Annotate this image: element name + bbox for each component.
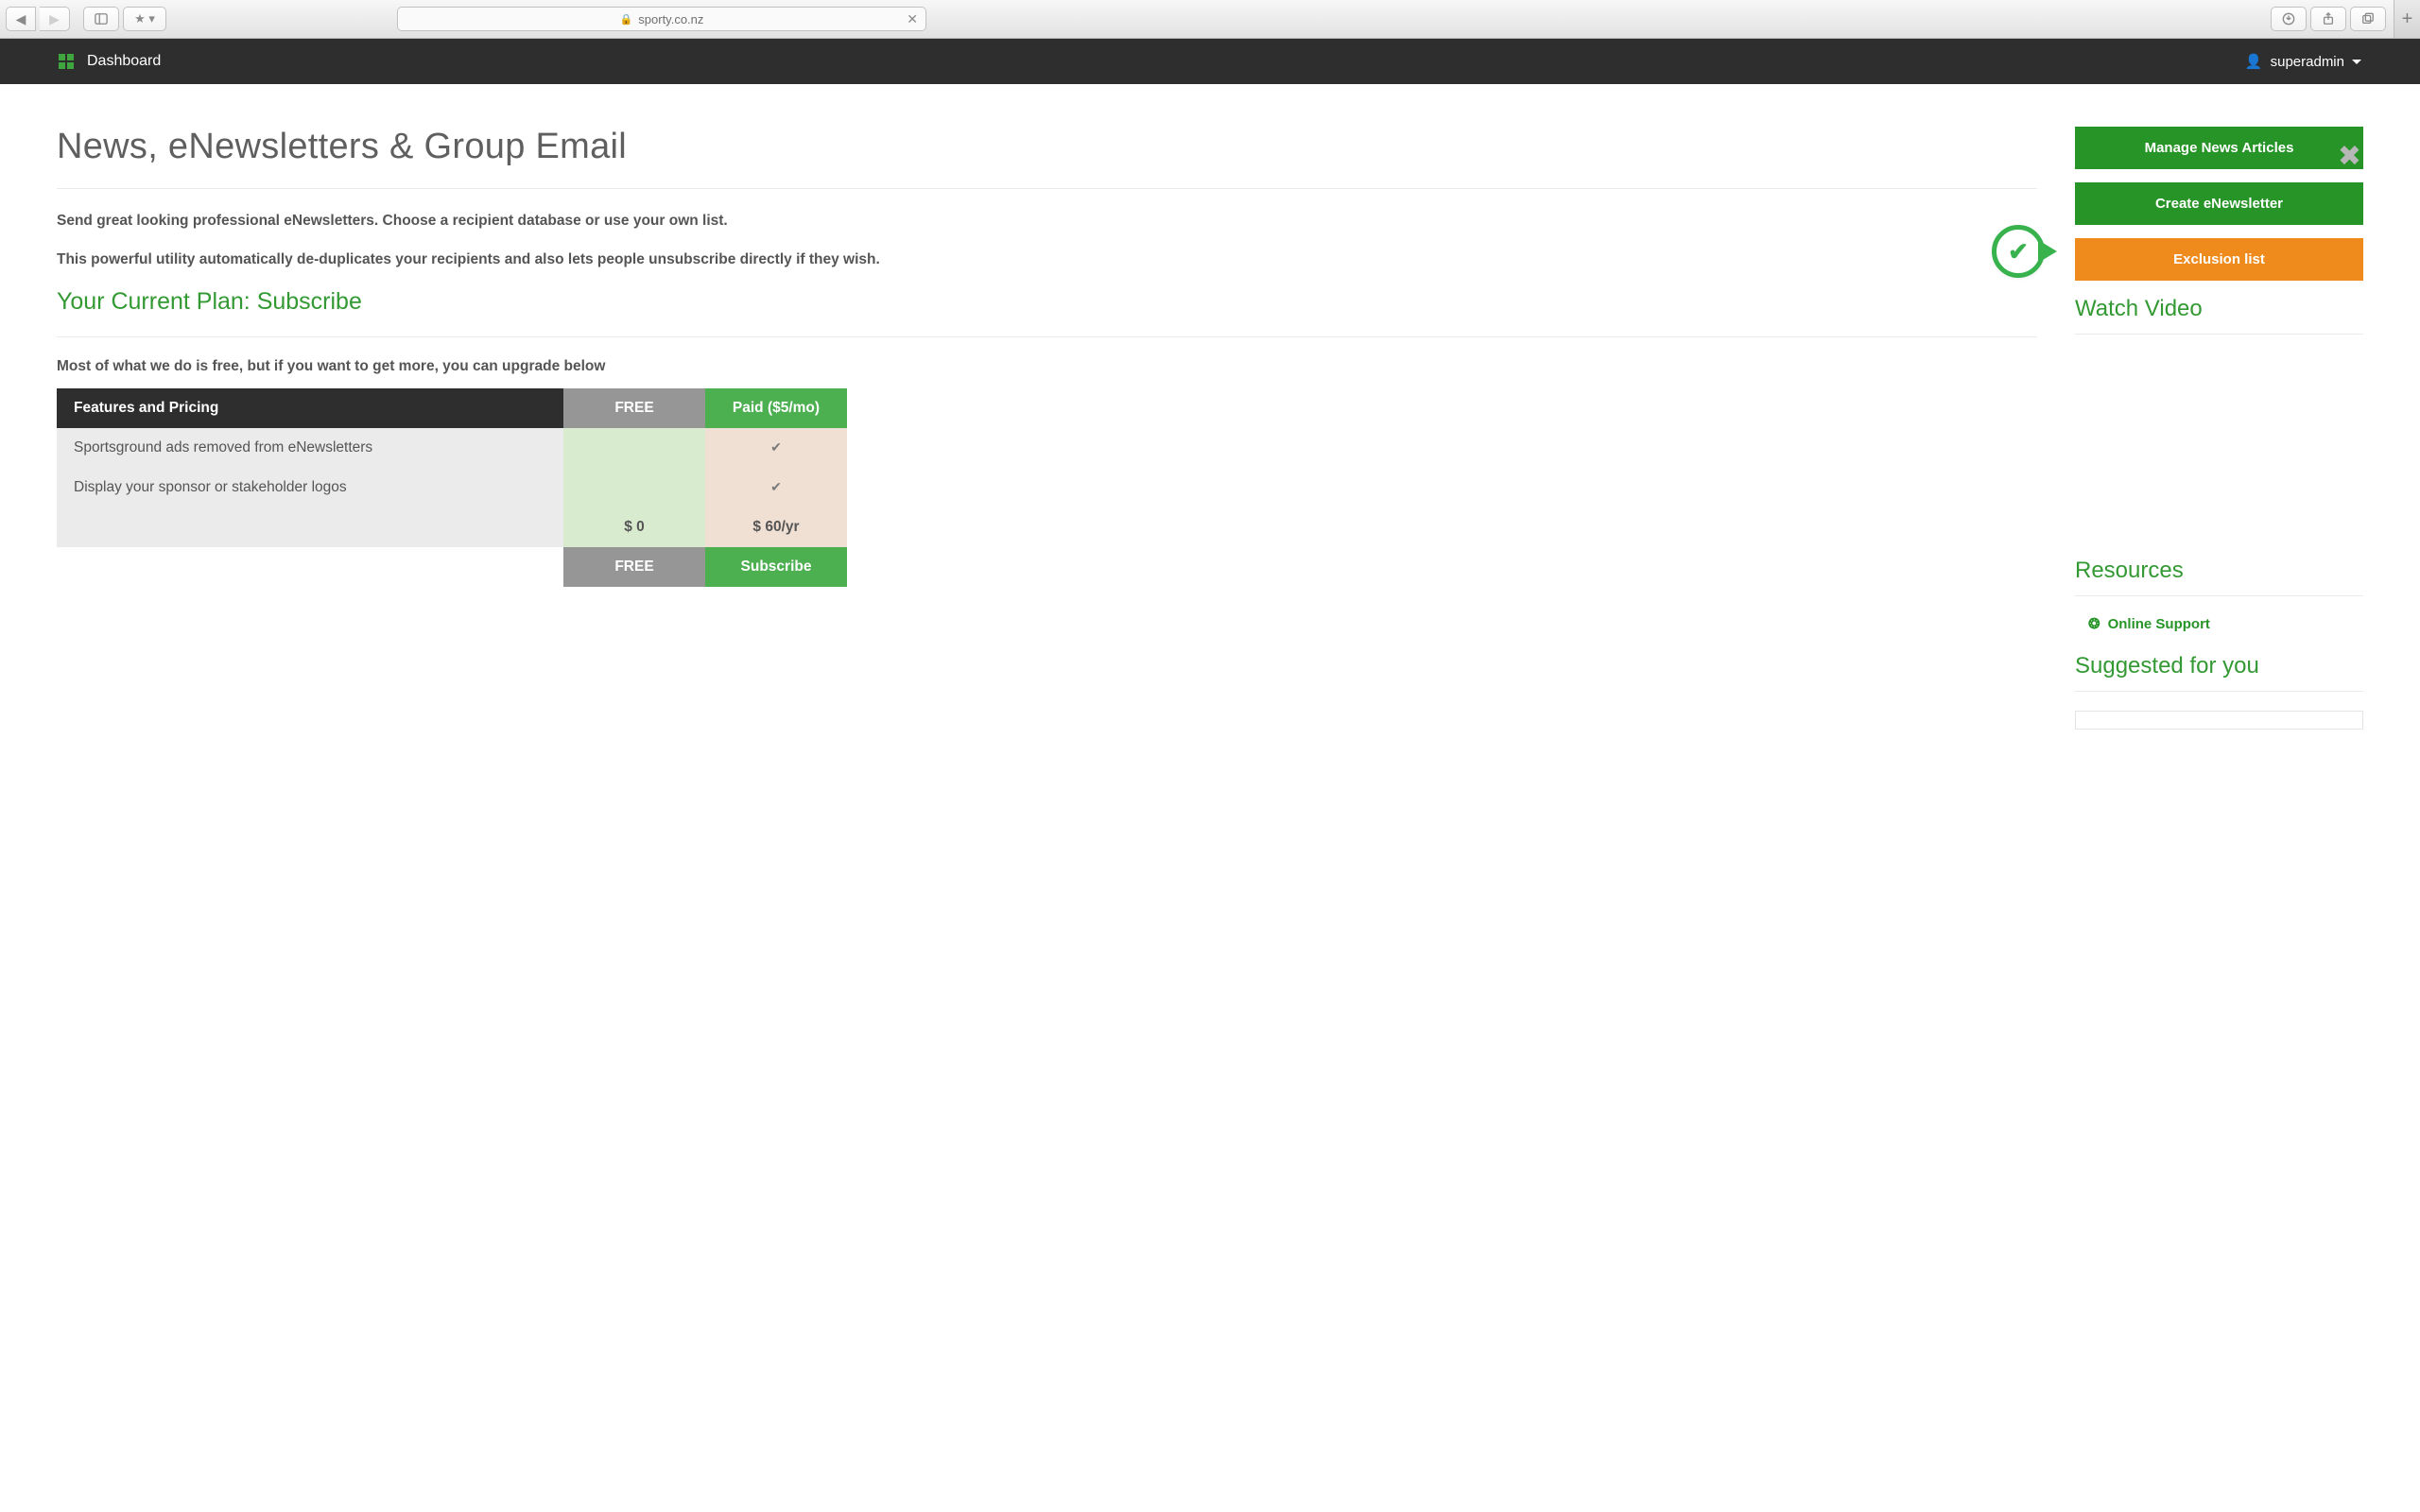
dashboard-link[interactable]: Dashboard	[59, 53, 161, 70]
intro-line-1: Send great looking professional eNewslet…	[57, 210, 2037, 232]
stop-reload-icon[interactable]: ✕	[907, 11, 918, 27]
current-plan-heading: Your Current Plan: Subscribe	[57, 288, 2037, 316]
resources-heading: Resources	[2075, 558, 2363, 584]
col-header-free: FREE	[563, 388, 705, 428]
online-support-label: Online Support	[2108, 616, 2210, 632]
support-icon: ❂	[2088, 615, 2100, 632]
tabs-button[interactable]	[2350, 7, 2386, 31]
total-label-cell	[57, 507, 563, 547]
free-cell	[563, 428, 705, 468]
share-button[interactable]	[2310, 7, 2346, 31]
dashboard-icon	[59, 54, 74, 69]
paid-cell	[705, 468, 847, 507]
online-support-link[interactable]: ❂ Online Support	[2088, 615, 2363, 632]
feature-cell: Display your sponsor or stakeholder logo…	[57, 468, 563, 507]
divider	[57, 336, 2037, 337]
table-row: Sportsground ads removed from eNewslette…	[57, 428, 847, 468]
exclusion-list-button[interactable]: Exclusion list	[2075, 238, 2363, 281]
divider	[2075, 334, 2363, 335]
user-menu[interactable]: 👤 superadmin	[2245, 53, 2361, 70]
browser-chrome: ◀ ▶ ★ ▾ 🔒 sporty.co.nz ✕ +	[0, 0, 2420, 39]
pricing-table: Features and Pricing FREE Paid ($5/mo) S…	[57, 388, 847, 587]
check-icon	[770, 439, 782, 455]
app-navbar: Dashboard 👤 superadmin	[0, 39, 2420, 84]
paid-cell	[705, 428, 847, 468]
manage-news-button[interactable]: Manage News Articles	[2075, 127, 2363, 169]
address-bar[interactable]: 🔒 sporty.co.nz ✕	[397, 7, 926, 31]
col-header-feature: Features and Pricing	[57, 388, 563, 428]
table-row: Display your sponsor or stakeholder logo…	[57, 468, 847, 507]
create-enewsletter-button[interactable]: Create eNewsletter	[2075, 182, 2363, 225]
check-icon	[770, 479, 782, 495]
chevron-down-icon	[2352, 60, 2361, 64]
address-host: sporty.co.nz	[638, 12, 703, 26]
dashboard-label: Dashboard	[87, 53, 161, 70]
feature-cell: Sportsground ads removed from eNewslette…	[57, 428, 563, 468]
callout-badge	[1992, 225, 2045, 278]
check-icon	[2008, 237, 2029, 266]
downloads-button[interactable]	[2271, 7, 2307, 31]
forward-button[interactable]: ▶	[40, 7, 70, 31]
subscribe-button[interactable]: Subscribe	[705, 547, 847, 587]
close-icon[interactable]: ✖	[2338, 140, 2361, 173]
lock-icon: 🔒	[620, 13, 633, 26]
intro-line-2: This powerful utility automatically de-d…	[57, 249, 2037, 270]
divider	[2075, 691, 2363, 692]
action-blank	[57, 547, 563, 587]
free-cell	[563, 468, 705, 507]
total-free: $ 0	[563, 507, 705, 547]
sidebar-toggle-button[interactable]	[83, 7, 119, 31]
free-action[interactable]: FREE	[563, 547, 705, 587]
bookmarks-button[interactable]: ★ ▾	[123, 7, 166, 31]
user-icon: 👤	[2245, 53, 2263, 70]
username: superadmin	[2271, 54, 2344, 70]
total-paid: $ 60/yr	[705, 507, 847, 547]
upgrade-note: Most of what we do is free, but if you w…	[57, 358, 2037, 375]
divider	[57, 188, 2037, 189]
back-button[interactable]: ◀	[6, 7, 36, 31]
new-tab-button[interactable]: +	[2394, 0, 2420, 39]
divider	[2075, 595, 2363, 596]
video-placeholder	[2075, 353, 2363, 542]
col-header-paid: Paid ($5/mo)	[705, 388, 847, 428]
page-title: News, eNewsletters & Group Email	[57, 127, 627, 167]
suggested-heading: Suggested for you	[2075, 653, 2363, 679]
watch-video-heading: Watch Video	[2075, 296, 2363, 322]
suggested-placeholder	[2075, 711, 2363, 730]
